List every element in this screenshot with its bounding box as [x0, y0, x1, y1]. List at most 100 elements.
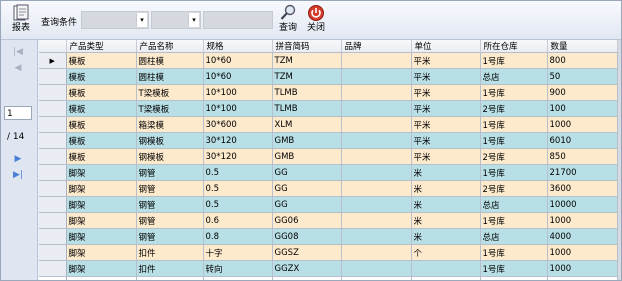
- table-cell[interactable]: 50: [547, 68, 618, 85]
- row-header[interactable]: [39, 164, 67, 181]
- table-cell[interactable]: 3600: [547, 180, 618, 197]
- table-cell[interactable]: 0.6: [203, 212, 273, 229]
- table-cell[interactable]: [411, 260, 481, 277]
- table-cell[interactable]: GG: [272, 164, 342, 181]
- first-page-icon[interactable]: |◀: [11, 46, 25, 58]
- table-cell[interactable]: [341, 52, 412, 69]
- last-page-icon[interactable]: ▶|: [11, 169, 25, 181]
- table-cell[interactable]: 1000: [547, 212, 618, 229]
- table-cell[interactable]: 平米: [411, 84, 481, 101]
- table-cell[interactable]: TZM: [272, 52, 342, 69]
- table-cell[interactable]: 钢管: [136, 228, 204, 245]
- table-cell[interactable]: 4000: [547, 228, 618, 245]
- page-number-input[interactable]: 1: [4, 106, 32, 120]
- table-cell[interactable]: 10*100: [203, 84, 273, 101]
- table-row[interactable]: 模板 T梁模板 10*100 TLMB 平米 2号库 100: [39, 100, 618, 117]
- table-cell[interactable]: 钢管: [136, 196, 204, 213]
- table-cell[interactable]: 圆柱模: [136, 68, 204, 85]
- table-cell[interactable]: 模板: [66, 100, 137, 117]
- table-cell[interactable]: 30*120: [203, 132, 273, 149]
- table-cell[interactable]: [341, 180, 412, 197]
- table-cell[interactable]: 个: [411, 244, 481, 261]
- table-cell[interactable]: GGSZ: [272, 244, 342, 261]
- table-row[interactable]: 模板 钢模板 30*120 GMB 平米 2号库 850: [39, 148, 618, 165]
- table-cell[interactable]: 0.5: [203, 164, 273, 181]
- table-cell[interactable]: 10*60: [203, 68, 273, 85]
- row-header[interactable]: [39, 260, 67, 277]
- table-cell[interactable]: 10000: [547, 196, 618, 213]
- table-cell[interactable]: [341, 116, 412, 133]
- table-row[interactable]: 模板 T梁模板 10*100 TLMB 平米 1号库 900: [39, 84, 618, 101]
- table-cell[interactable]: GMB: [272, 148, 342, 165]
- table-cell[interactable]: 箱梁模: [136, 116, 204, 133]
- table-cell[interactable]: [341, 148, 412, 165]
- table-row[interactable]: 脚架 钢管 0.5 GG 米总店 10000: [39, 196, 618, 213]
- table-cell[interactable]: 1号库: [480, 164, 548, 181]
- table-cell[interactable]: 米: [411, 164, 481, 181]
- table-row[interactable]: 脚架 钢管 0.6 GG06 米 1号库 1000: [39, 212, 618, 229]
- table-cell[interactable]: TLMB: [272, 84, 342, 101]
- table-cell[interactable]: 1000: [547, 116, 618, 133]
- table-cell[interactable]: 模板: [66, 116, 137, 133]
- table-cell[interactable]: 1号库: [480, 260, 548, 277]
- table-cell[interactable]: XLM: [272, 116, 342, 133]
- table-cell[interactable]: 800: [547, 52, 618, 69]
- table-cell[interactable]: 2号库: [480, 180, 548, 197]
- table-cell[interactable]: 钢模板: [136, 132, 204, 149]
- table-cell[interactable]: 1号库: [480, 84, 548, 101]
- column-header[interactable]: 品牌: [341, 40, 412, 53]
- row-header[interactable]: [39, 212, 67, 229]
- next-page-icon[interactable]: ▶: [11, 153, 25, 165]
- table-cell[interactable]: 30*600: [203, 116, 273, 133]
- table-cell[interactable]: 平米: [411, 116, 481, 133]
- row-header[interactable]: [39, 148, 67, 165]
- column-header[interactable]: 产品类型: [66, 40, 137, 53]
- table-cell[interactable]: TLMB: [272, 100, 342, 117]
- table-cell[interactable]: 0.5: [203, 180, 273, 197]
- table-cell[interactable]: 脚架: [66, 260, 137, 277]
- table-cell[interactable]: 10*100: [203, 100, 273, 117]
- table-cell[interactable]: 模板: [66, 52, 137, 69]
- table-cell[interactable]: 平米: [411, 100, 481, 117]
- table-cell[interactable]: 900: [547, 84, 618, 101]
- table-cell[interactable]: 扣件: [136, 260, 204, 277]
- table-cell[interactable]: TZM: [272, 68, 342, 85]
- row-header[interactable]: [39, 244, 67, 261]
- table-cell[interactable]: 圆柱模: [136, 52, 204, 69]
- table-cell[interactable]: [341, 132, 412, 149]
- table-cell[interactable]: 米: [411, 196, 481, 213]
- table-cell[interactable]: 米: [411, 212, 481, 229]
- table-cell[interactable]: 21700: [547, 164, 618, 181]
- table-cell[interactable]: 米: [411, 228, 481, 245]
- table-cell[interactable]: [341, 164, 412, 181]
- table-cell[interactable]: 钢管: [136, 164, 204, 181]
- table-cell[interactable]: 十字: [203, 244, 273, 261]
- table-cell[interactable]: 模板: [66, 84, 137, 101]
- table-cell[interactable]: 脚架: [66, 180, 137, 197]
- table-cell[interactable]: 平米: [411, 52, 481, 69]
- table-row[interactable]: 脚架 扣件 十字 GGSZ 个 1号库 1000: [39, 244, 618, 261]
- column-header[interactable]: 所在仓库: [480, 40, 548, 53]
- column-header[interactable]: 产品名称: [136, 40, 204, 53]
- row-header[interactable]: [39, 228, 67, 245]
- table-row[interactable]: 模板 箱梁模 30*600 XLM 平米 1号库 1000: [39, 116, 618, 133]
- table-cell[interactable]: [341, 260, 412, 277]
- table-cell[interactable]: 平米: [411, 68, 481, 85]
- table-row[interactable]: 脚架 钢管 0.8 GG08 米总店 4000: [39, 228, 618, 245]
- table-cell[interactable]: 1号库: [480, 52, 548, 69]
- table-cell[interactable]: [341, 228, 412, 245]
- table-cell[interactable]: 1000: [547, 244, 618, 261]
- table-cell[interactable]: 总店: [480, 196, 548, 213]
- table-cell[interactable]: 模板: [66, 68, 137, 85]
- table-cell[interactable]: 脚架: [66, 228, 137, 245]
- table-row[interactable]: 脚架 钢管 0.5 GG 米 2号库 3600: [39, 180, 618, 197]
- table-cell[interactable]: GMB: [272, 132, 342, 149]
- row-header[interactable]: [39, 68, 67, 85]
- table-cell[interactable]: 0.5: [203, 196, 273, 213]
- table-row[interactable]: 模板 钢模板 30*120 GMB 平米 1号库 6010: [39, 132, 618, 149]
- close-button[interactable]: 关闭: [299, 4, 333, 36]
- table-cell[interactable]: 30*120: [203, 148, 273, 165]
- table-row[interactable]: 脚架 钢管 0.5 GG 米 1号库 21700: [39, 164, 618, 181]
- table-cell[interactable]: [341, 196, 412, 213]
- report-button[interactable]: 报表: [4, 4, 38, 36]
